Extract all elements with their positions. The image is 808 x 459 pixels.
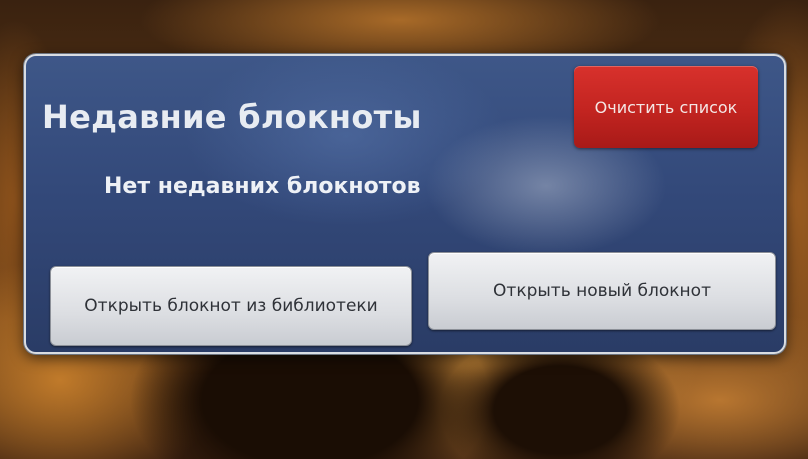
dialog-title: Недавние блокноты — [42, 98, 422, 136]
open-from-library-button[interactable]: Открыть блокнот из библиотеки — [50, 266, 412, 346]
open-new-notebook-button[interactable]: Открыть новый блокнот — [428, 252, 776, 330]
open-from-library-label: Открыть блокнот из библиотеки — [84, 296, 378, 316]
open-new-notebook-label: Открыть новый блокнот — [493, 281, 711, 301]
empty-state-message: Нет недавних блокнотов — [104, 174, 421, 199]
recent-notebooks-dialog: Недавние блокноты Очистить список Нет не… — [24, 54, 786, 354]
clear-list-button[interactable]: Очистить список — [574, 66, 758, 148]
screen-background: Недавние блокноты Очистить список Нет не… — [0, 0, 808, 459]
